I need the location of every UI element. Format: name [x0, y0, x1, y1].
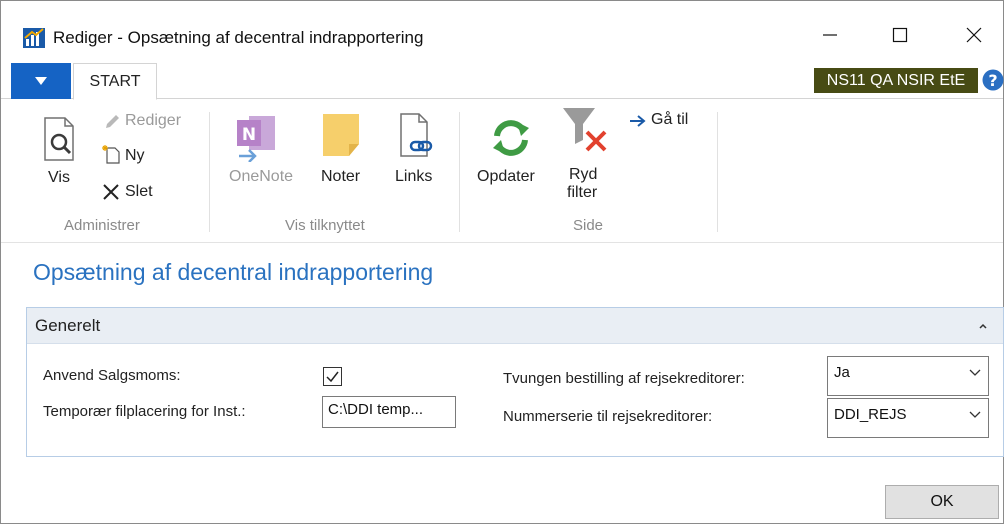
title-bar: Rediger - Opsætning af decentral indrapp…	[1, 1, 1003, 59]
slet-button[interactable]: Slet	[101, 180, 201, 204]
nummerserie-value: DDI_REJS	[834, 406, 907, 423]
tvungen-label: Tvungen bestilling af rejsekreditorer:	[503, 370, 745, 387]
ribbon-separator	[717, 112, 718, 232]
svg-text:?: ?	[988, 71, 997, 90]
vis-label: Vis	[48, 169, 70, 186]
window-title: Rediger - Opsætning af decentral indrapp…	[53, 28, 424, 47]
new-document-icon	[102, 145, 120, 164]
view-document-icon	[44, 117, 74, 161]
dialog-window: Rediger - Opsætning af decentral indrapp…	[0, 0, 1004, 524]
ny-label: Ny	[125, 147, 145, 164]
ny-button[interactable]: Ny	[101, 144, 201, 168]
chevron-down-icon	[969, 411, 981, 418]
ryd-filter-button[interactable]: Ryd filter	[557, 106, 621, 210]
tvungen-value: Ja	[834, 364, 850, 381]
ryd-filter-label-line1: Ryd	[569, 166, 598, 183]
noter-button[interactable]: Noter	[317, 110, 377, 200]
anvend-salgsmoms-label: Anvend Salgsmoms:	[43, 367, 181, 384]
note-icon	[323, 114, 359, 156]
chevron-up-icon[interactable]	[977, 320, 989, 332]
fasttab-generelt: Generelt Anvend Salgsmoms: Temporær filp…	[26, 307, 1004, 457]
checkmark-icon	[326, 371, 339, 383]
temp-fil-input[interactable]: C:\DDI temp...	[322, 396, 456, 428]
chevron-down-icon	[969, 369, 981, 376]
arrow-right-icon	[630, 115, 646, 127]
ribbon-separator	[209, 112, 210, 232]
app-chart-icon	[23, 28, 45, 48]
page-title: Opsætning af decentral indrapportering	[33, 259, 434, 285]
ribbon-separator	[459, 112, 460, 232]
ok-button[interactable]: OK	[885, 485, 999, 519]
application-menu-button[interactable]	[11, 63, 71, 99]
company-badge: NS11 QA NSIR EtE	[814, 68, 978, 93]
close-icon	[966, 27, 982, 43]
fasttab-header[interactable]: Generelt	[27, 308, 1003, 344]
group-label-vis-tilknyttet: Vis tilknyttet	[285, 217, 365, 234]
nummerserie-select[interactable]: DDI_REJS	[827, 398, 989, 438]
temp-fil-label: Temporær filplacering for Inst.:	[43, 403, 246, 420]
dropdown-arrow-icon	[35, 77, 47, 85]
links-button[interactable]: Links	[389, 110, 445, 200]
noter-label: Noter	[321, 168, 361, 185]
onenote-label: OneNote	[229, 168, 294, 185]
opdater-button[interactable]: Opdater	[475, 110, 551, 200]
link-document-icon	[400, 113, 433, 157]
maximize-icon	[892, 27, 908, 43]
gaa-til-button[interactable]: Gå til	[627, 110, 707, 134]
slet-label: Slet	[125, 183, 153, 200]
vis-button[interactable]: Vis	[37, 114, 87, 199]
close-button[interactable]	[951, 15, 997, 55]
ryd-filter-label-line2: filter	[567, 184, 598, 201]
opdater-label: Opdater	[477, 168, 535, 185]
onenote-button[interactable]: N OneNote	[225, 110, 299, 200]
rediger-label: Rediger	[125, 112, 182, 129]
minimize-icon	[823, 34, 837, 36]
rediger-button[interactable]: Rediger	[101, 110, 201, 134]
pencil-icon	[106, 115, 119, 128]
onenote-icon: N	[237, 116, 275, 162]
ribbon-tab-row: START NS11 QA NSIR EtE ?	[1, 63, 1004, 100]
fasttab-title: Generelt	[35, 316, 101, 335]
clear-filter-icon	[563, 108, 607, 152]
ribbon: Vis Rediger Ny Slet Administrer N OneNot…	[1, 100, 1003, 243]
svg-text:N: N	[242, 125, 256, 145]
tab-start[interactable]: START	[73, 63, 157, 100]
nummerserie-label: Nummerserie til rejsekreditorer:	[503, 408, 713, 425]
group-label-side: Side	[573, 217, 604, 234]
anvend-salgsmoms-checkbox[interactable]	[323, 367, 342, 386]
links-label: Links	[395, 168, 433, 185]
tvungen-select[interactable]: Ja	[827, 356, 989, 396]
delete-x-icon	[103, 184, 119, 200]
minimize-button[interactable]	[807, 15, 853, 55]
group-label-administrer: Administrer	[64, 217, 140, 234]
refresh-icon	[493, 120, 529, 156]
gaa-til-label: Gå til	[651, 111, 689, 128]
maximize-button[interactable]	[877, 15, 923, 55]
help-icon[interactable]: ?	[982, 68, 1004, 92]
